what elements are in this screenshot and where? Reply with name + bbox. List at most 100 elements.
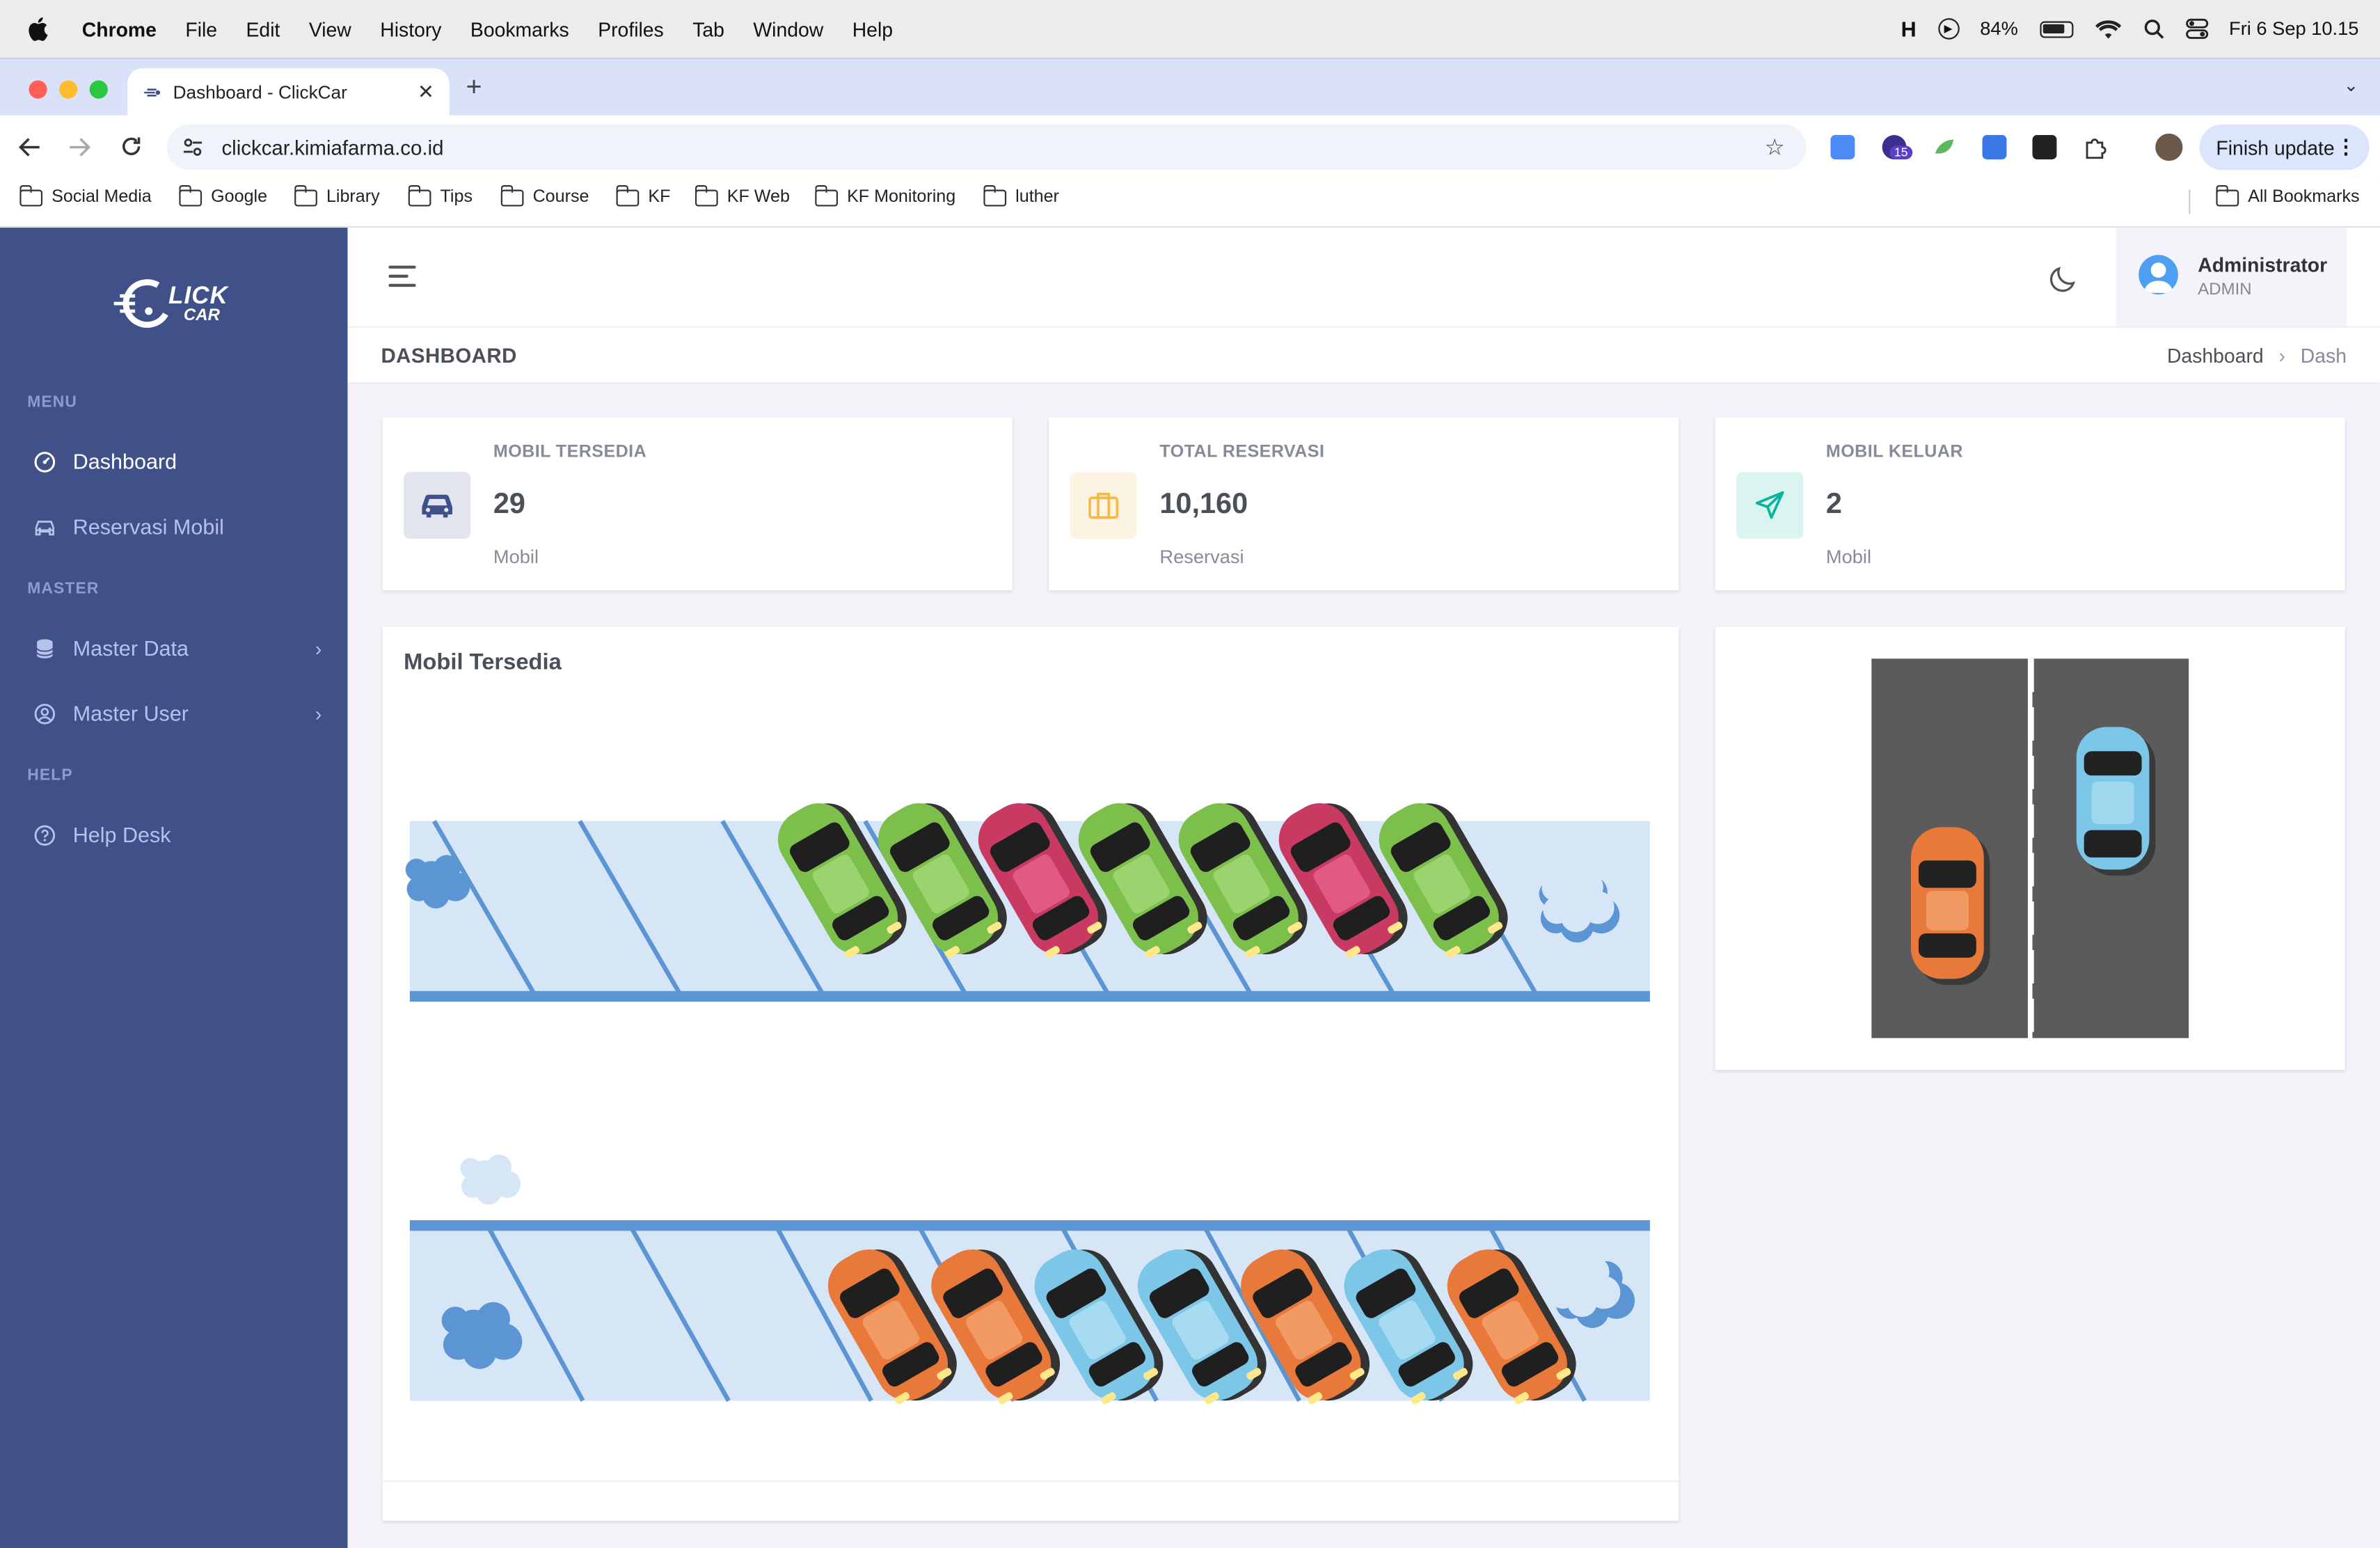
chevron-right-icon: › [315,702,322,725]
menu-file[interactable]: File [185,17,217,40]
all-bookmarks-button[interactable]: All Bookmarks [2215,184,2360,207]
bookmark-social-media[interactable]: Social Media [19,184,152,207]
section-master: MASTER [27,579,100,599]
sidebar-item-label: Reservasi Mobil [72,514,224,539]
parking-curb-top [409,990,1650,1002]
minimize-window-button[interactable] [59,80,78,99]
bookmark-label: KF [648,188,671,207]
clickcar-logo[interactable]: LICK CAR [113,276,235,331]
stat-unit: Mobil [1825,546,1872,568]
window-controls [29,80,108,99]
extension-l-icon[interactable] [1982,135,2007,159]
page-title-bar: DASHBOARD Dashboard › Dash [347,326,2380,383]
battery-icon[interactable] [2039,20,2073,38]
play-circle-icon[interactable]: ▶ [1937,18,1959,40]
stat-card-total-reservasi: TOTAL RESERVASI 10,160 Reservasi [1049,417,1679,591]
bookmark-google[interactable]: Google [178,184,267,207]
bookmark-label: Course [532,188,589,207]
hamburger-menu-icon[interactable] [388,265,416,287]
tab-search-chevron-icon[interactable]: ⌄ [2344,74,2359,96]
menu-help[interactable]: Help [852,17,893,40]
menu-edit[interactable]: Edit [246,17,280,40]
forward-arrow-icon[interactable] [68,136,91,158]
browser-tab-active[interactable]: Dashboard - ClickCar ✕ [127,68,450,117]
browser-tab-strip: Dashboard - ClickCar ✕ + ⌄ [0,57,2380,117]
menu-profiles[interactable]: Profiles [598,17,664,40]
car-icon [35,520,54,535]
url-text[interactable]: clickcar.kimiafarma.co.id [221,136,443,159]
chevron-right-icon: › [315,636,322,660]
bookmark-label: Tips [440,188,473,207]
h-app-icon[interactable]: H [1901,17,1917,41]
all-bookmarks-label: All Bookmarks [2248,188,2360,207]
bookmarks-bar: Social Media Google Library Tips Course … [0,179,2380,228]
menu-view[interactable]: View [309,17,351,40]
bookmark-kf[interactable]: KF [615,184,671,207]
chrome-profile-avatar[interactable] [2155,133,2183,161]
sidebar-item-dashboard[interactable]: Dashboard [33,449,322,473]
blue-car-icon [2076,727,2156,876]
zoom-window-button[interactable] [89,80,108,99]
extensions-puzzle-icon[interactable] [2082,135,2107,159]
menu-tab[interactable]: Tab [692,17,724,40]
menubar-clock[interactable]: Fri 6 Sep 10.15 [2229,18,2358,40]
orange-car-icon [1911,827,1990,986]
avatar [2139,255,2178,294]
new-tab-button[interactable]: + [466,71,482,103]
finish-update-button[interactable]: Finish update ⋮ [2199,124,2370,171]
reload-icon[interactable] [120,135,143,158]
bookmark-course[interactable]: Course [500,184,589,207]
extension-fi-icon[interactable] [1830,135,1855,159]
sidebar-item-master-data[interactable]: Master Data › [33,635,322,661]
breadcrumb-dashboard[interactable]: Dashboard [2167,345,2264,368]
bookmark-kf-monitoring[interactable]: KF Monitoring [814,184,955,207]
back-arrow-icon[interactable] [18,136,41,158]
folder-icon [294,184,317,206]
app-sidebar: LICK CAR MENU Dashboard Reservasi Mobil … [0,228,348,1548]
close-tab-icon[interactable]: ✕ [418,81,434,105]
bookmark-label: KF Web [727,188,790,207]
folder-icon [615,184,640,206]
wifi-icon[interactable] [2094,19,2121,38]
bookmark-label: Library [326,188,380,207]
sidebar-item-label: Master Data [72,635,189,661]
dark-mode-moon-icon[interactable] [2047,261,2081,294]
menu-bookmarks[interactable]: Bookmarks [470,17,569,40]
control-center-icon[interactable] [2185,18,2208,40]
menu-history[interactable]: History [380,17,441,40]
send-icon [1755,491,1784,519]
sidebar-item-master-user[interactable]: Master User › [33,701,322,725]
extension-f-icon[interactable] [2032,135,2057,159]
stat-icon-box [404,472,471,539]
spotlight-search-icon[interactable] [2143,18,2164,40]
stat-card-mobil-tersedia: MOBIL TERSEDIA 29 Mobil [382,417,1013,591]
sidebar-item-label: Help Desk [72,822,171,847]
briefcase-icon [1088,492,1119,519]
user-role: ADMIN [2198,281,2252,299]
user-profile-dropdown[interactable]: Administrator ADMIN [2116,228,2347,326]
close-window-button[interactable] [29,80,47,99]
sidebar-item-label: Dashboard [72,449,177,474]
bookmark-kf-web[interactable]: KF Web [695,184,790,207]
bookmark-library[interactable]: Library [294,184,380,207]
section-help: HELP [27,766,73,785]
bookmark-star-icon[interactable]: ☆ [1765,134,1785,161]
extension-leaf-icon[interactable] [1932,135,1957,159]
menu-chrome[interactable]: Chrome [82,17,157,40]
bookmark-luther[interactable]: luther [983,184,1059,207]
sidebar-item-help-desk[interactable]: Help Desk [33,823,322,847]
browser-toolbar: clickcar.kimiafarma.co.id ☆ 15 Finish up… [0,115,2380,180]
app-header: Administrator ADMIN [347,228,2380,326]
site-settings-icon[interactable] [182,136,204,158]
parking-lot-illustration [382,803,1679,1483]
address-bar[interactable]: clickcar.kimiafarma.co.id ☆ [166,124,1807,171]
sidebar-item-reservasi-mobil[interactable]: Reservasi Mobil [33,514,322,539]
stat-value: 29 [493,489,525,521]
menu-window[interactable]: Window [753,17,823,40]
chrome-menu-icon[interactable]: ⋮ [2336,135,2356,159]
sidebar-item-label: Master User [72,701,189,726]
user-circle-icon [34,703,56,724]
apple-logo-icon[interactable] [27,17,49,41]
bookmark-tips[interactable]: Tips [408,184,473,207]
question-circle-icon [34,824,56,845]
